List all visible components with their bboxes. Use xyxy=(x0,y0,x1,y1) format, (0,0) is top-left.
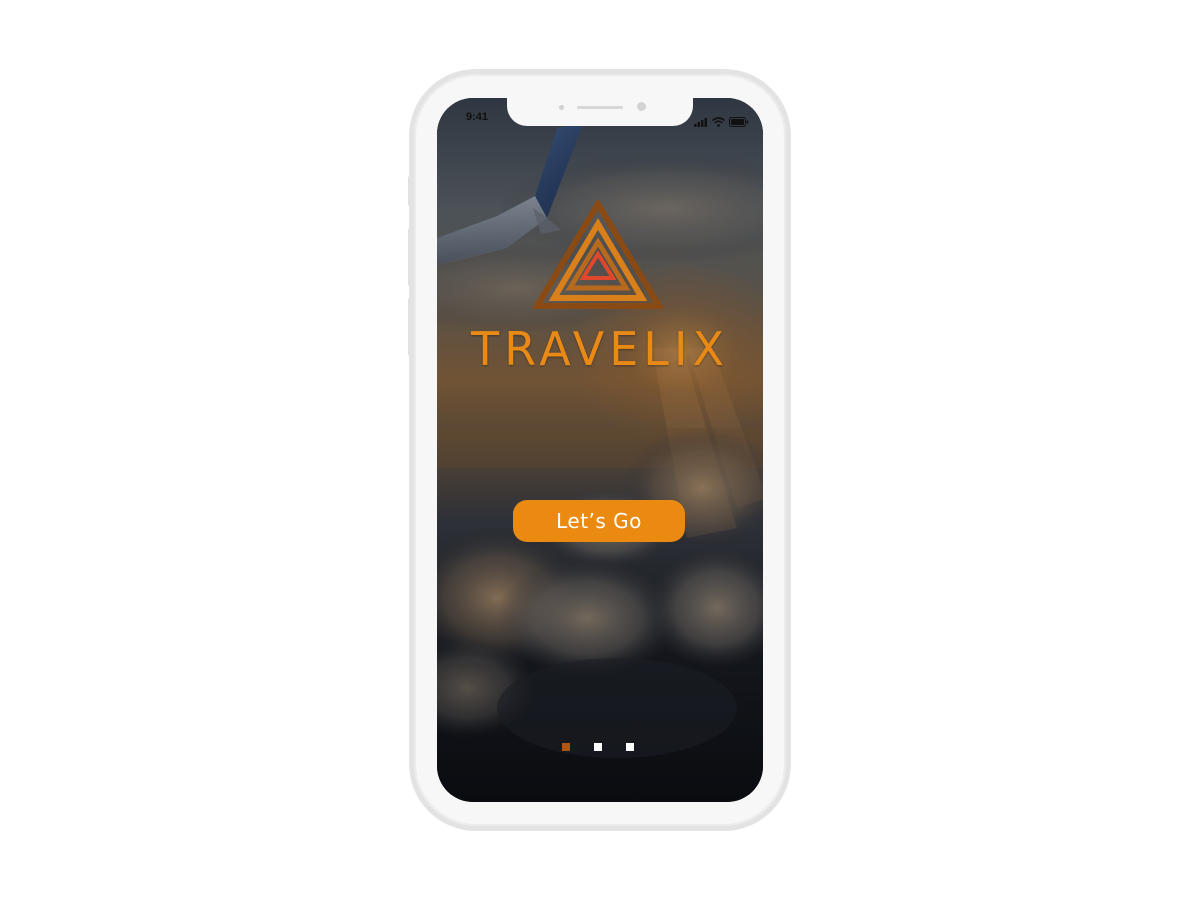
triangle-logo-icon xyxy=(531,198,665,312)
proximity-sensor xyxy=(559,105,564,110)
app-screen: 9:41 TRAVELIX Let’s Go xyxy=(437,98,763,802)
page-dot-3[interactable] xyxy=(626,743,634,751)
volume-down-button xyxy=(408,298,413,356)
brand-title: TRAVELIX xyxy=(471,322,729,376)
canvas: 9:41 TRAVELIX Let’s Go xyxy=(0,0,1201,900)
page-dot-1[interactable] xyxy=(562,743,570,751)
lets-go-button[interactable]: Let’s Go xyxy=(513,500,685,542)
status-time: 9:41 xyxy=(466,111,489,123)
signal-icon xyxy=(694,112,708,131)
status-icons xyxy=(694,112,749,131)
battery-icon xyxy=(729,112,749,131)
volume-up-button xyxy=(408,228,413,286)
page-dot-2[interactable] xyxy=(594,743,602,751)
wifi-icon xyxy=(711,112,726,131)
device-notch xyxy=(507,98,693,126)
phone-frame: 9:41 TRAVELIX Let’s Go xyxy=(414,74,786,826)
front-camera xyxy=(637,102,646,111)
earpiece-speaker xyxy=(577,106,623,109)
onboarding-pagination xyxy=(437,743,763,753)
mute-switch xyxy=(408,176,413,206)
power-button xyxy=(786,248,791,336)
